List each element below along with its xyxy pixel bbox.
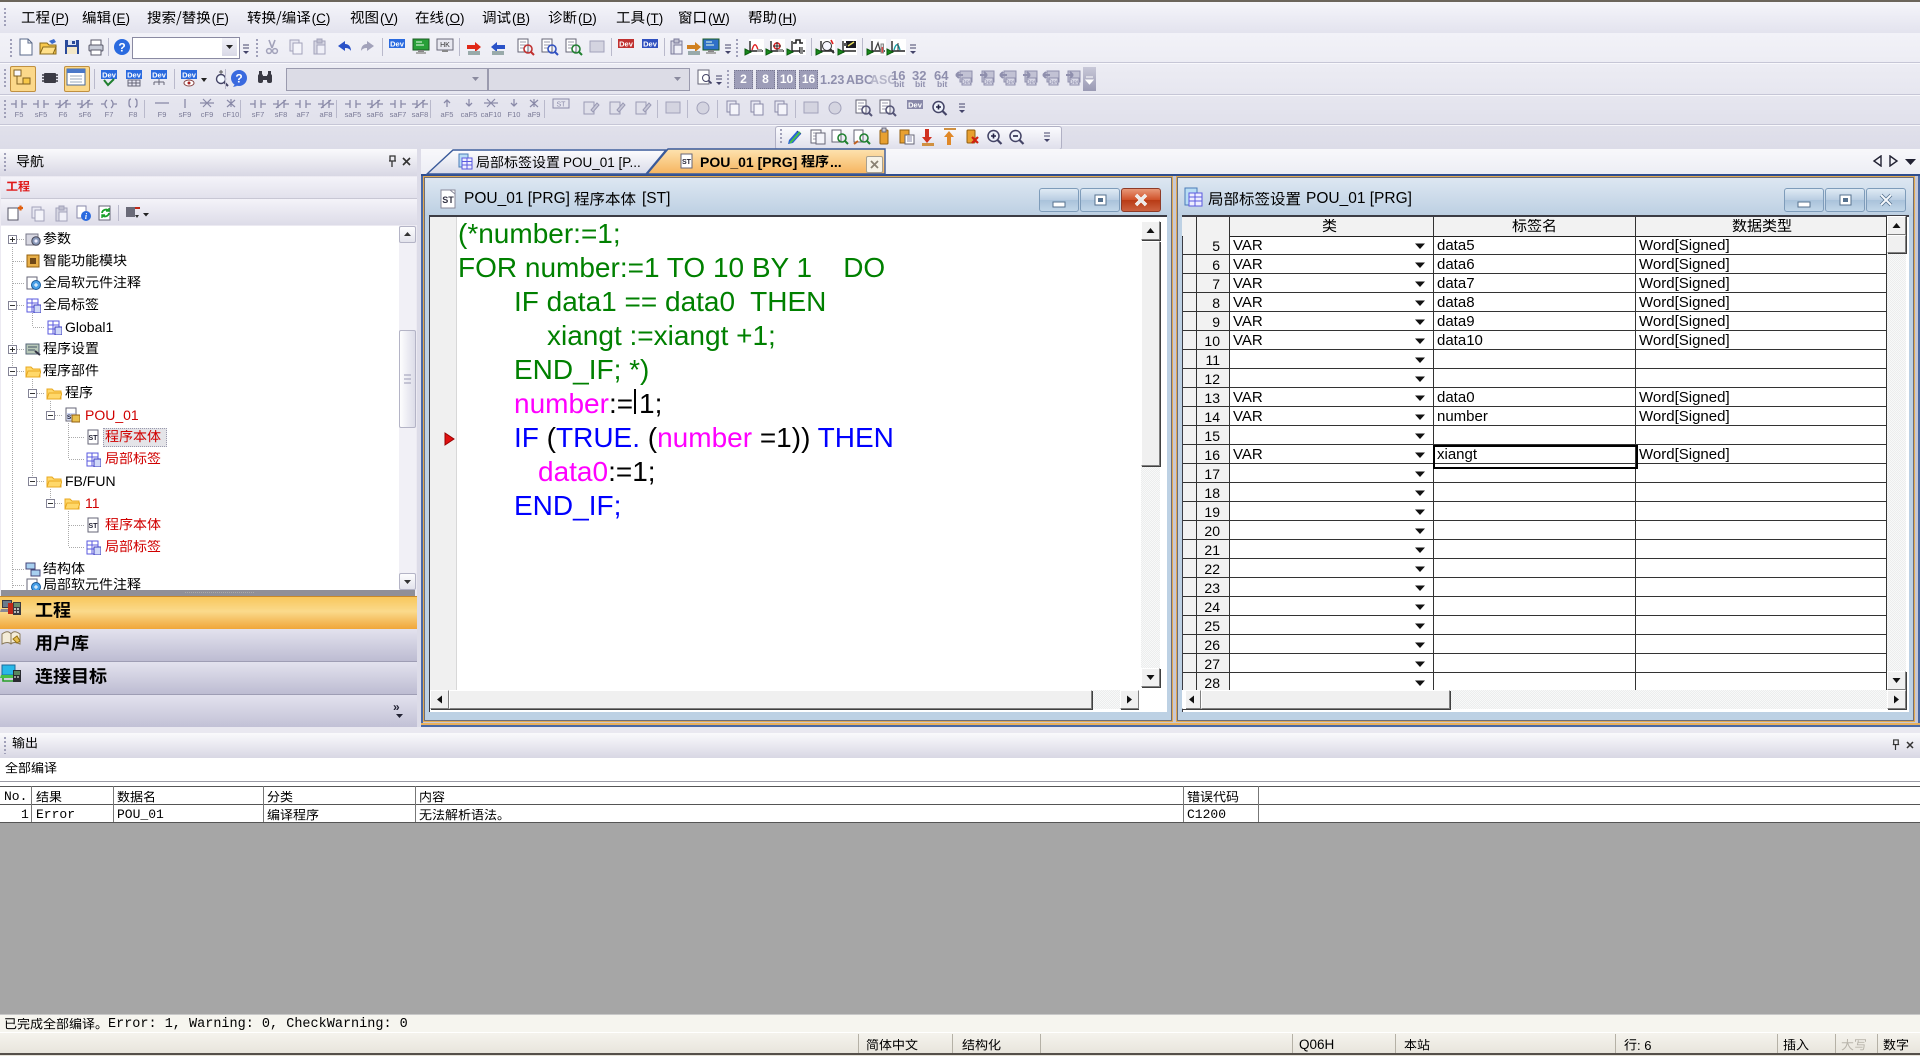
- svg-text:saF5: saF5: [345, 110, 362, 118]
- svg-text:cF10: cF10: [223, 110, 240, 118]
- svg-text:caF5: caF5: [461, 110, 478, 118]
- svg-text:ST: ST: [89, 523, 99, 530]
- svg-text:aF9: aF9: [528, 110, 541, 118]
- svg-text:sF7: sF7: [252, 110, 265, 118]
- svg-text:F7: F7: [105, 110, 114, 118]
- svg-text:sF5: sF5: [35, 110, 48, 118]
- svg-text:Dev: Dev: [1026, 80, 1037, 86]
- svg-text:Dev: Dev: [643, 40, 658, 49]
- svg-text:aF5: aF5: [441, 110, 454, 118]
- svg-text:caF10: caF10: [481, 110, 501, 118]
- svg-text:F5: F5: [15, 110, 24, 118]
- svg-text:saF7: saF7: [390, 110, 407, 118]
- svg-text:Dev: Dev: [961, 80, 972, 86]
- svg-text:HK: HK: [440, 42, 450, 49]
- svg-text:saF6: saF6: [367, 110, 384, 118]
- svg-text:F10: F10: [508, 110, 521, 118]
- svg-text:Dev: Dev: [619, 40, 634, 49]
- svg-text:Dev: Dev: [908, 101, 923, 110]
- svg-text:F9: F9: [158, 110, 167, 118]
- svg-text:ST: ST: [89, 435, 99, 442]
- svg-text:sF6: sF6: [79, 110, 92, 118]
- svg-text:?: ?: [118, 41, 125, 55]
- svg-text:Dev: Dev: [1048, 80, 1059, 86]
- svg-text:sF8: sF8: [275, 110, 288, 118]
- svg-text:Dev: Dev: [127, 71, 142, 80]
- svg-text:F6: F6: [59, 110, 68, 118]
- svg-text:Dev: Dev: [1005, 80, 1016, 86]
- svg-text:cF9: cF9: [201, 110, 214, 118]
- svg-text:ST: ST: [442, 195, 454, 205]
- svg-text:Dev: Dev: [152, 71, 167, 80]
- svg-text:Dev: Dev: [1069, 80, 1080, 86]
- svg-text:ST: ST: [557, 102, 567, 109]
- svg-text:Dev: Dev: [102, 71, 117, 80]
- svg-text:Dev: Dev: [983, 80, 994, 86]
- svg-text:Dev: Dev: [182, 71, 197, 80]
- svg-text:aF8: aF8: [320, 110, 333, 118]
- svg-text:sF9: sF9: [179, 110, 192, 118]
- svg-text:ST: ST: [682, 159, 692, 166]
- svg-text:?: ?: [235, 72, 242, 86]
- svg-text:Dev: Dev: [390, 40, 405, 49]
- svg-text:aF7: aF7: [297, 110, 310, 118]
- svg-text:saF8: saF8: [412, 110, 429, 118]
- svg-text:F8: F8: [129, 110, 138, 118]
